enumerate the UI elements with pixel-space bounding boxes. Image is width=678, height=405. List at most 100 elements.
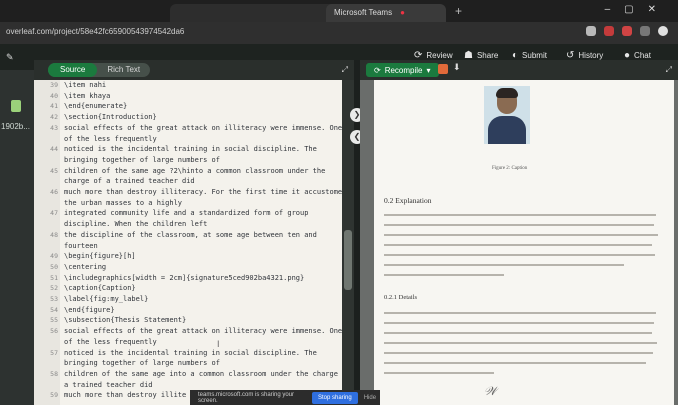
line-number: 50: [50, 262, 58, 271]
recompile-label: Recompile: [384, 65, 423, 75]
code-line[interactable]: \label{fig:my_label}: [64, 295, 148, 304]
code-line[interactable]: discipline. When the children left: [64, 220, 207, 229]
code-line[interactable]: of the less frequently: [64, 135, 157, 144]
code-editor[interactable]: 39 40 41 42 43 44 45 46 47 48 49 50 51 52 53 54 55 56 57 58…: [34, 80, 342, 405]
code-line[interactable]: the urban masses to a highly: [64, 199, 182, 208]
code-line[interactable]: a trained teacher did: [64, 381, 153, 390]
browser-tab-teams[interactable]: Microsoft Teams ●: [326, 4, 446, 22]
code-line[interactable]: social effects of the great attack on il…: [64, 327, 342, 336]
pdf-text-line: [384, 264, 624, 266]
line-number: 56: [50, 327, 58, 336]
file-tree-item[interactable]: 1902b...: [1, 122, 30, 131]
code-line[interactable]: much more than destroy illiteracy. For t…: [64, 188, 342, 197]
line-number: 48: [50, 230, 58, 239]
line-number-gutter: 39 40 41 42 43 44 45 46 47 48 49 50 51 52 53 54 55 56 57 58…: [34, 80, 60, 405]
code-line[interactable]: noticed is the incidental training in so…: [64, 145, 317, 154]
code-line[interactable]: \section{Introduction}: [64, 113, 157, 122]
code-line[interactable]: \end{figure}: [64, 306, 115, 315]
pdf-text-line: [384, 244, 652, 246]
code-line[interactable]: \includegraphics[width = 2cm]{signature5…: [64, 274, 304, 283]
download-icon[interactable]: ⬇: [453, 62, 461, 73]
pdf-text-line: [384, 312, 656, 314]
pdf-text-line: [384, 322, 654, 324]
code-line[interactable]: of the less frequently: [64, 338, 157, 347]
code-line[interactable]: bringing together of large numbers of: [64, 359, 220, 368]
line-number: 51: [50, 273, 58, 282]
recompile-button[interactable]: ⟳ Recompile ▾: [366, 63, 439, 77]
pdf-text-line: [384, 254, 655, 256]
code-line[interactable]: \item khaya: [64, 92, 110, 101]
code-line[interactable]: the discipline of the classroom, at some…: [64, 231, 317, 240]
scrollbar-thumb[interactable]: [344, 230, 352, 290]
share-status-text: teams.microsoft.com is sharing your scre…: [198, 391, 295, 404]
pdf-text-line: [384, 234, 658, 236]
code-line[interactable]: children of the same age into a common c…: [64, 370, 342, 379]
line-number: 55: [50, 316, 58, 325]
line-number: 43: [50, 123, 58, 132]
pdf-text-line: [384, 372, 494, 374]
expand-icon[interactable]: ⤢: [666, 65, 672, 75]
hide-button[interactable]: Hide: [358, 395, 376, 401]
recompile-icon: ⟳: [374, 65, 381, 75]
expand-icon[interactable]: ⤢: [342, 65, 348, 75]
line-number: 40: [50, 91, 58, 100]
section-heading: 0.2 Explanation: [384, 196, 432, 205]
file-tree-toggle[interactable]: [11, 100, 21, 112]
logs-icon[interactable]: [438, 64, 448, 74]
address-bar[interactable]: overleaf.com/project/58e42fc659005439745…: [0, 22, 678, 44]
code-line[interactable]: children of the same age ?2\hinto a comm…: [64, 167, 325, 176]
code-line[interactable]: fourteen: [64, 242, 98, 251]
figure-caption: Figure 2: Caption: [492, 166, 528, 171]
editor-mode-toggle: Source Rich Text: [48, 63, 151, 77]
browser-tab-overleaf[interactable]: [170, 4, 340, 22]
chat-label: Chat: [634, 51, 651, 60]
code-line[interactable]: \subsection{Thesis Statement}: [64, 316, 186, 325]
code-line[interactable]: \centering: [64, 263, 106, 272]
figure-person-hair: [496, 88, 518, 98]
pdf-text-line: [384, 274, 504, 276]
close-tab-icon[interactable]: ●: [400, 8, 405, 17]
line-number: 47: [50, 209, 58, 218]
line-number: 52: [50, 284, 58, 293]
chevron-down-icon[interactable]: ▾: [427, 66, 431, 75]
screen-share-bar: teams.microsoft.com is sharing your scre…: [190, 390, 380, 405]
preview-header: ⟳ Recompile ▾ ⬇ ⤢: [360, 60, 678, 80]
line-number: 42: [50, 113, 58, 122]
pdf-text-line: [384, 352, 653, 354]
line-number: 53: [50, 295, 58, 303]
code-line[interactable]: integrated community life and a standard…: [64, 209, 308, 218]
line-number: 39: [50, 81, 58, 89]
line-number: 57: [50, 348, 58, 357]
screen: Microsoft Teams ● + –▢✕ overleaf.com/proj…: [0, 0, 678, 405]
profile-avatar[interactable]: [658, 26, 668, 36]
code-line[interactable]: \item nahi: [64, 81, 106, 90]
share-label: Share: [476, 51, 499, 60]
new-tab-icon[interactable]: +: [455, 4, 462, 18]
code-line[interactable]: \begin{figure}[h]: [64, 252, 136, 261]
line-number: 49: [50, 252, 58, 261]
code-line[interactable]: \end{enumerate}: [64, 102, 127, 111]
line-number: 58: [50, 369, 58, 378]
code-line[interactable]: charge of a trained teacher did: [64, 177, 195, 186]
extension-icon[interactable]: [640, 26, 650, 36]
source-button[interactable]: Source: [48, 63, 98, 77]
code-line[interactable]: bringing together of large numbers of: [64, 156, 220, 165]
code-line[interactable]: noticed is the incidental training in so…: [64, 349, 317, 358]
figure-image: [484, 86, 530, 144]
editor-scrollbar[interactable]: [342, 80, 354, 405]
code-line[interactable]: \caption{Caption}: [64, 284, 136, 293]
extension-icon[interactable]: [622, 26, 632, 36]
code-line[interactable]: social effects of the great attack on il…: [64, 124, 342, 133]
extension-icon[interactable]: [604, 26, 614, 36]
editor-header: Source Rich Text ⤢: [34, 60, 354, 80]
stop-sharing-button[interactable]: Stop sharing: [312, 391, 358, 404]
pencil-icon[interactable]: ✎: [6, 52, 14, 63]
review-label: Review: [426, 51, 453, 60]
star-icon[interactable]: [586, 26, 596, 36]
code-line[interactable]: much more than destroy illite: [64, 391, 186, 400]
url-text[interactable]: overleaf.com/project/58e42fc659005439745…: [6, 27, 184, 36]
line-number: 59: [50, 391, 58, 400]
line-number: 46: [50, 188, 58, 196]
window-controls[interactable]: –▢✕: [605, 4, 670, 15]
rich-text-button[interactable]: Rich Text: [97, 63, 150, 77]
